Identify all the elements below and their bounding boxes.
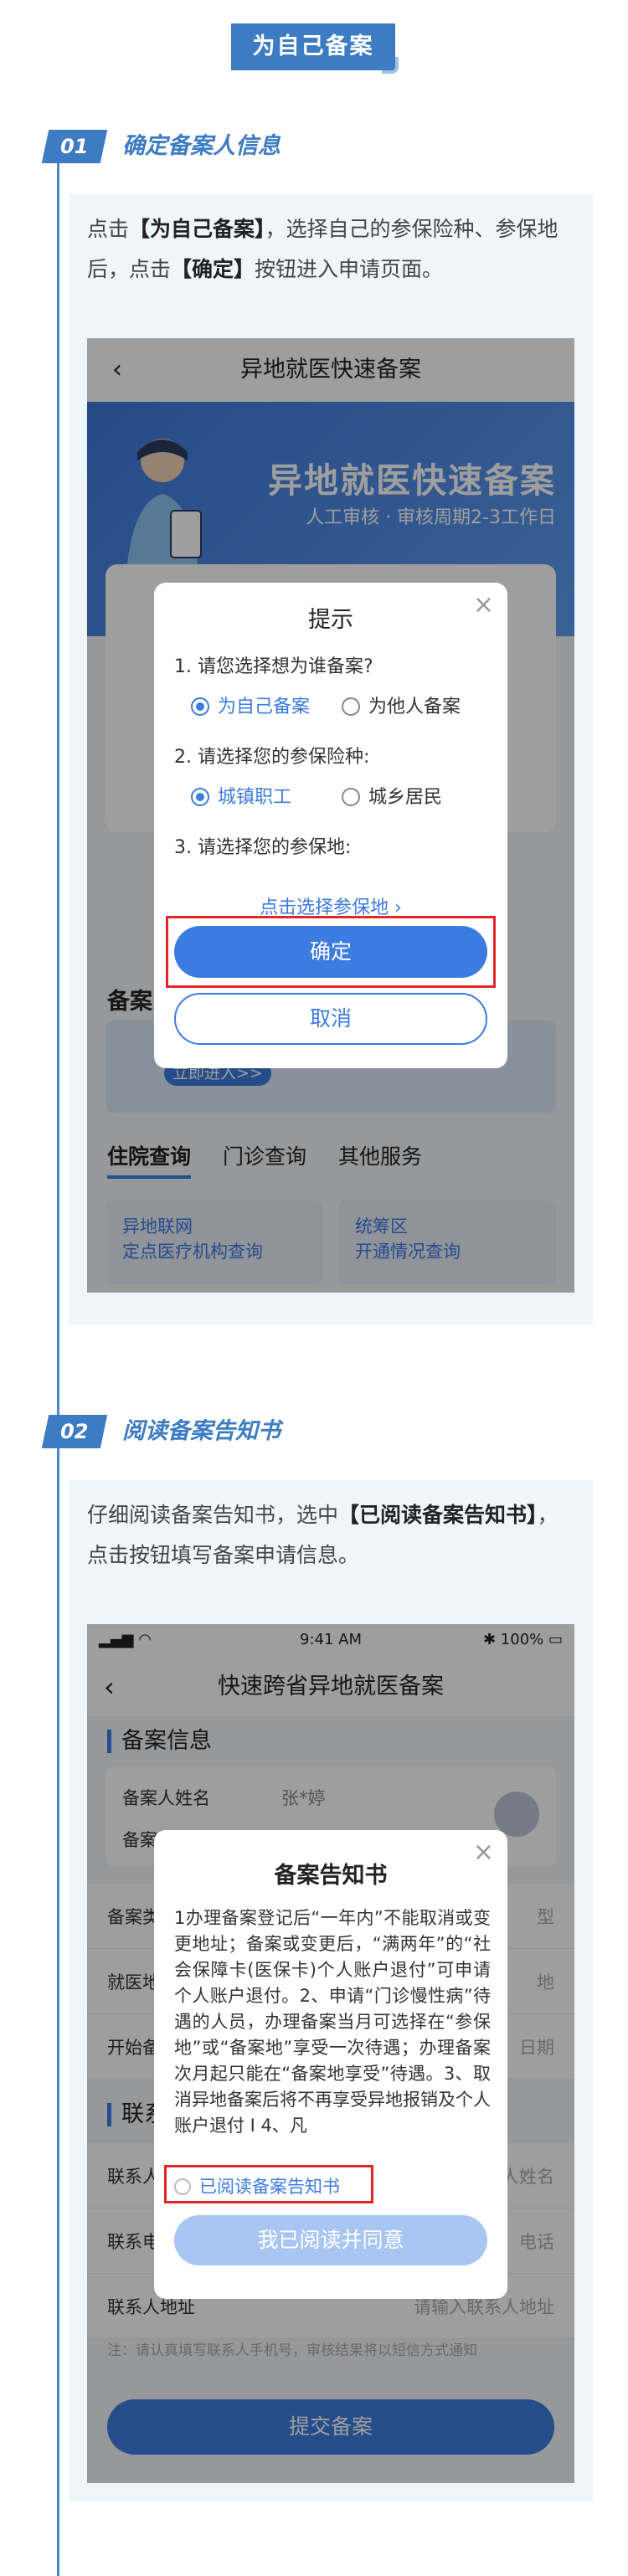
timeline-line (57, 138, 59, 2576)
radio-empty-icon (342, 697, 360, 716)
radio-self[interactable]: 为自己备案 (191, 692, 310, 718)
notice-modal: × 备案告知书 1办理备案登记后“一年内”不能取消或变更地址；备案或变更后，“满… (154, 1830, 507, 2299)
agree-button[interactable]: 我已阅读并同意 (174, 2215, 487, 2265)
title-corner-decoration (382, 57, 399, 74)
page-title-text: 为自己备案 (252, 33, 374, 59)
radio-urban-employee[interactable]: 城镇职工 (191, 782, 291, 809)
confirm-highlight-box (166, 916, 496, 988)
page-title: 为自己备案 (231, 23, 399, 74)
desc-text: 点击 (87, 217, 130, 241)
desc-text: 按钮进入申请页面。 (255, 257, 444, 281)
modal-title: 提示 (308, 607, 353, 633)
notice-body: 1办理备案登记后“一年内”不能取消或变更地址；备案或变更后，“满两年”的“社会保… (174, 1908, 491, 2136)
cancel-button[interactable]: 取消 (174, 993, 487, 1045)
question-insurance: 2. 请选择您的参保险种: (174, 747, 370, 768)
question-location: 3. 请选择您的参保地: (174, 837, 352, 858)
prompt-modal: × 提示 1. 请您选择想为谁备案? 为自己备案 为他人备案 2. 请选择您的参… (154, 583, 507, 1068)
step2-title: 阅读备案告知书 (122, 1418, 281, 1444)
desc-bold: 【已阅读备案告知书】 (338, 1503, 538, 1527)
step1-description: 点击【为自己备案】，选择自己的参保险种、参保地后，点击【确定】按钮进入申请页面。 (87, 209, 578, 290)
desc-text: 仔细阅读备案告知书，选中 (87, 1503, 339, 1527)
radio-urban-rural-resident[interactable]: 城乡居民 (342, 782, 442, 809)
radio-others[interactable]: 为他人备案 (342, 692, 461, 718)
step1-title: 确定备案人信息 (122, 133, 281, 159)
step2-number: 02 (41, 1415, 108, 1448)
modal-title: 备案告知书 (274, 1863, 388, 1889)
radio-checked-icon (191, 697, 209, 716)
desc-bold: 【确定】 (171, 257, 255, 281)
step2-description: 仔细阅读备案告知书，选中【已阅读备案告知书】，点击按钮填写备案申请信息。 (87, 1495, 578, 1576)
desc-bold: 【为自己备案】 (129, 217, 265, 241)
step1-number: 01 (41, 130, 108, 163)
question-who: 1. 请您选择想为谁备案? (174, 656, 373, 677)
step1-screenshot: ‹ 异地就医快速备案 异地就医快速备案 人工审核 · 审核周期2-3工作日 备案… (87, 338, 574, 1293)
page: 为自己备案 01 确定备案人信息 点击【为自己备案】，选择自己的参保险种、参保地… (0, 0, 628, 2576)
step1-panel: 点击【为自己备案】，选择自己的参保险种、参保地后，点击【确定】按钮进入申请页面。… (69, 194, 593, 1324)
radio-checked-icon (191, 788, 209, 806)
checkbox-highlight-box (164, 2165, 373, 2203)
radio-empty-icon (342, 788, 360, 806)
step2-panel: 仔细阅读备案告知书，选中【已阅读备案告知书】，点击按钮填写备案申请信息。 ▂▄▆… (69, 1480, 593, 2501)
step2-screenshot: ▂▄▆ ◠ 9:41 AM ✱ 100% ▭ ‹ 快速跨省异地就医备案 备案信息… (87, 1624, 574, 2483)
